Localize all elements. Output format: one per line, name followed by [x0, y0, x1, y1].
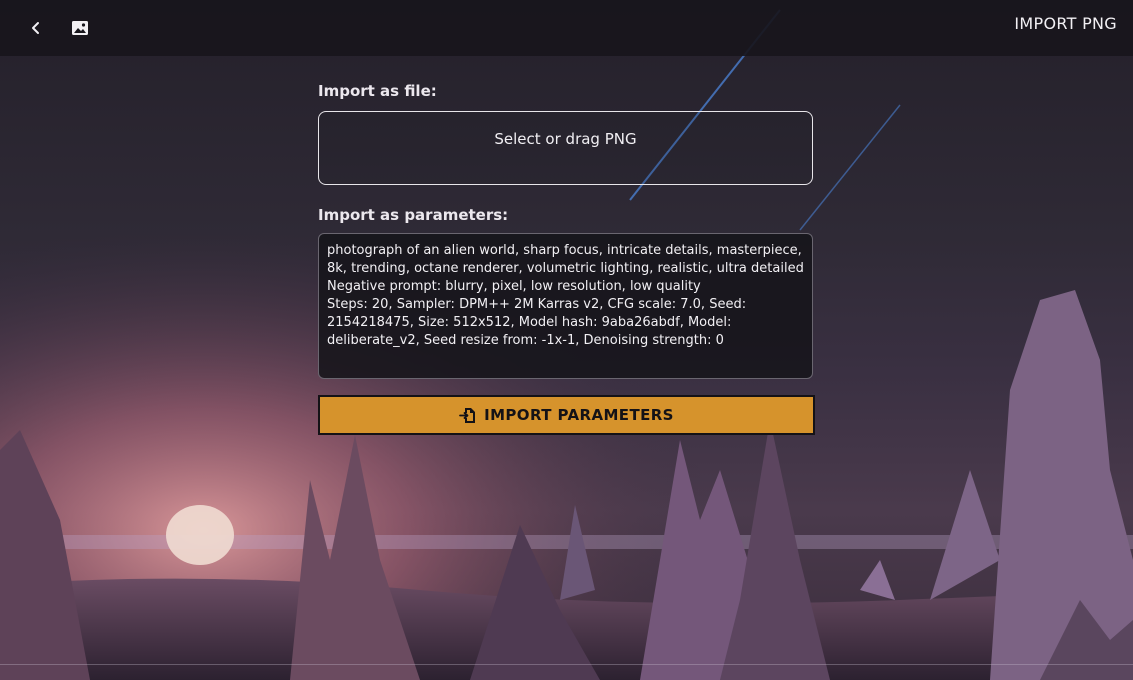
import-button-label: IMPORT PARAMETERS: [484, 406, 674, 424]
back-button[interactable]: [16, 8, 56, 48]
png-dropzone[interactable]: Select or drag PNG: [318, 111, 813, 185]
chevron-left-icon: [32, 22, 39, 34]
parameters-textarea[interactable]: photograph of an alien world, sharp focu…: [318, 233, 813, 379]
import-parameters-button[interactable]: IMPORT PARAMETERS: [318, 395, 815, 435]
dropzone-text: Select or drag PNG: [494, 130, 637, 148]
top-bar: IMPORT PNG: [0, 0, 1133, 56]
image-button[interactable]: [60, 8, 100, 48]
page-title: IMPORT PNG: [1014, 14, 1117, 33]
import-params-label: Import as parameters:: [318, 206, 509, 224]
image-icon: [72, 21, 88, 35]
file-import-icon: [459, 407, 476, 424]
import-file-label: Import as file:: [318, 82, 437, 100]
divider: [0, 664, 1133, 665]
